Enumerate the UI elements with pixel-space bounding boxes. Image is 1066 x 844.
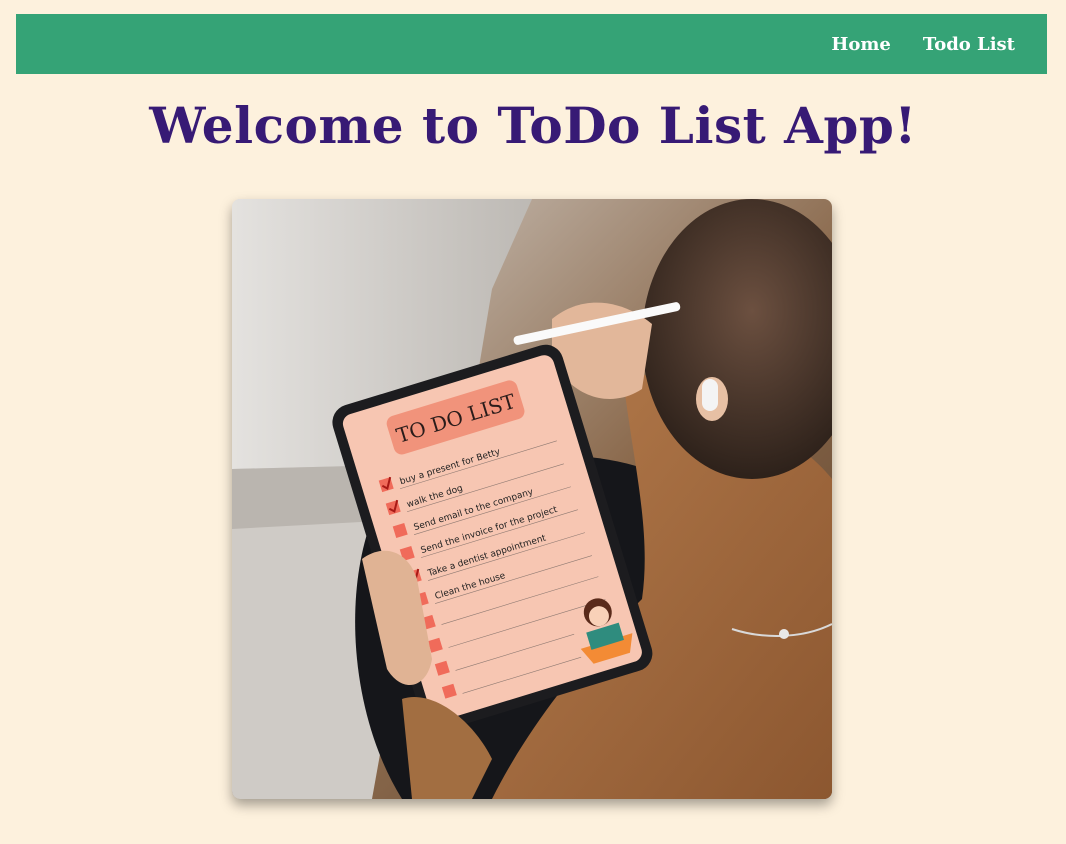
- hero-image: TO DO LIST buy a present for Betty walk …: [232, 199, 832, 799]
- nav-link-todo-list[interactable]: Todo List: [923, 34, 1015, 55]
- top-navbar: Home Todo List: [16, 14, 1047, 74]
- nav-link-home[interactable]: Home: [831, 34, 891, 55]
- page-title: Welcome to ToDo List App!: [149, 96, 917, 155]
